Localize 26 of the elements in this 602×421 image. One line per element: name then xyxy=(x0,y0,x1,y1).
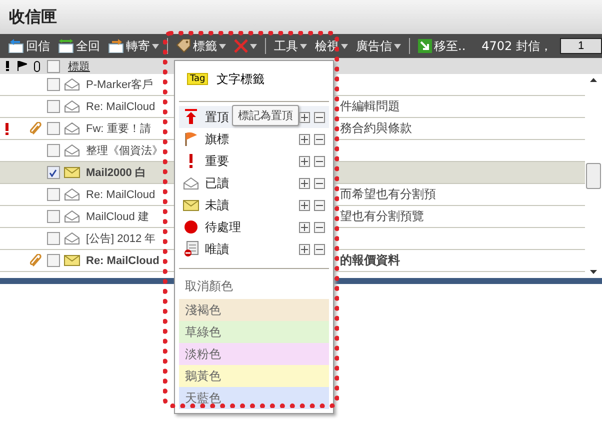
message-subject: 件編輯問題 xyxy=(340,98,400,115)
menu-item-label: 未讀 xyxy=(205,196,229,214)
message-subject: 的報價資料 xyxy=(340,252,400,269)
message-subject: Mail2000 白 xyxy=(86,166,147,180)
menu-item-label: 旗標 xyxy=(205,130,229,148)
message-subject: 而希望也有分割預 xyxy=(340,186,436,203)
message-count: 4702 封信， xyxy=(482,38,552,54)
message-subject: Fw: 重要！請 xyxy=(86,122,152,136)
message-subject: Re: MailCloud xyxy=(86,254,160,266)
message-subject: 整理《個資法》 xyxy=(86,144,162,158)
menu-item-label: 文字標籤 xyxy=(216,70,264,88)
menu-item-label: 置頂 xyxy=(205,108,229,126)
message-subject: 務合約與條款 xyxy=(340,120,412,137)
message-subject: P-Marker客戶 xyxy=(86,78,154,92)
message-subject: [公告] 2012 年 xyxy=(86,232,157,246)
tooltip: 標記為置頂 xyxy=(232,105,299,126)
menu-item-label: 唯讀 xyxy=(205,240,229,258)
message-subject: Re: MailCloud xyxy=(86,188,156,200)
menu-item-label: 重要 xyxy=(205,152,229,170)
window-title: 收信匣 xyxy=(9,6,57,28)
message-subject: 望也有分割預覽 xyxy=(340,208,424,225)
menu-item-label: 已讀 xyxy=(205,174,229,192)
menu-item-label: 待處理 xyxy=(205,218,241,236)
message-subject: Re: MailCloud xyxy=(86,100,156,112)
tag-badge: Tag xyxy=(187,73,208,85)
message-subject: MailCloud 建 xyxy=(86,210,150,224)
